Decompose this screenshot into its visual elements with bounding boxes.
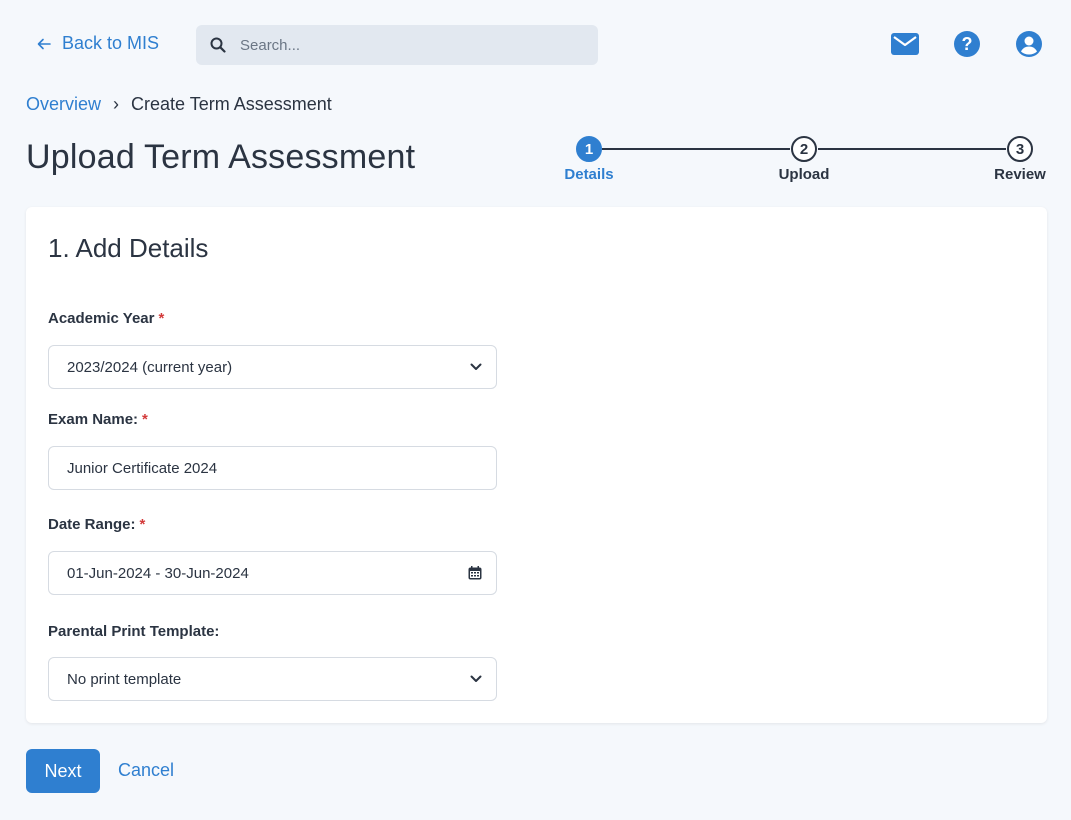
step-label-details: Details bbox=[564, 166, 614, 183]
svg-text:?: ? bbox=[962, 34, 973, 54]
form-title: 1. Add Details bbox=[48, 233, 209, 263]
exam-name-input[interactable]: Junior Certificate 2024 bbox=[48, 446, 497, 490]
help-icon[interactable]: ? bbox=[953, 30, 981, 58]
progress-stepper: 1 Details 2 Upload 3 Review bbox=[560, 136, 1060, 186]
next-button[interactable]: Next bbox=[26, 749, 100, 793]
search-icon bbox=[210, 37, 226, 53]
mail-icon[interactable] bbox=[891, 32, 919, 56]
step-label-upload: Upload bbox=[778, 166, 830, 183]
required-marker: * bbox=[139, 516, 146, 533]
details-form-card: 1. Add Details Academic Year * 2023/2024 … bbox=[26, 207, 1047, 723]
step-connector-2 bbox=[818, 148, 1006, 150]
arrow-left-icon bbox=[37, 38, 51, 49]
date-range-value: 01-Jun-2024 - 30-Jun-2024 bbox=[67, 564, 249, 582]
page-title: Upload Term Assessment bbox=[26, 138, 416, 176]
step-number-3: 3 bbox=[1007, 136, 1033, 162]
search-input[interactable] bbox=[240, 36, 580, 54]
exam-name-value: Junior Certificate 2024 bbox=[67, 459, 218, 477]
print-template-label: Parental Print Template: bbox=[48, 623, 220, 640]
exam-name-label: Exam Name: * bbox=[48, 411, 148, 428]
breadcrumb-overview[interactable]: Overview bbox=[26, 94, 101, 115]
date-range-input[interactable]: 01-Jun-2024 - 30-Jun-2024 bbox=[48, 551, 497, 595]
chevron-down-icon bbox=[470, 675, 482, 682]
print-template-value: No print template bbox=[67, 670, 182, 688]
breadcrumb: Overview › Create Term Assessment bbox=[26, 94, 332, 115]
academic-year-label: Academic Year * bbox=[48, 310, 165, 327]
chevron-down-icon bbox=[470, 363, 482, 370]
date-range-label: Date Range: * bbox=[48, 516, 146, 533]
step-details[interactable]: 1 Details bbox=[559, 136, 619, 183]
step-review[interactable]: 3 Review bbox=[990, 136, 1050, 183]
print-template-select[interactable]: No print template bbox=[48, 657, 497, 701]
step-number-2: 2 bbox=[791, 136, 817, 162]
user-icon[interactable] bbox=[1015, 30, 1043, 58]
breadcrumb-separator: › bbox=[113, 94, 120, 114]
step-number-1: 1 bbox=[576, 136, 602, 162]
step-label-review: Review bbox=[994, 166, 1046, 183]
top-bar: Back to MIS ? bbox=[0, 25, 1071, 65]
required-marker: * bbox=[142, 411, 148, 428]
academic-year-select[interactable]: 2023/2024 (current year) bbox=[48, 345, 497, 389]
header-icons: ? bbox=[891, 30, 1043, 58]
breadcrumb-current: Create Term Assessment bbox=[131, 94, 332, 114]
search-bar[interactable] bbox=[196, 25, 598, 65]
academic-year-value: 2023/2024 (current year) bbox=[67, 358, 233, 376]
back-to-mis-label: Back to MIS bbox=[62, 33, 160, 53]
cancel-link[interactable]: Cancel bbox=[118, 760, 174, 781]
back-to-mis-link[interactable]: Back to MIS bbox=[36, 33, 159, 54]
step-connector-1 bbox=[602, 148, 790, 150]
calendar-icon[interactable] bbox=[468, 566, 482, 580]
step-upload[interactable]: 2 Upload bbox=[774, 136, 834, 183]
required-marker: * bbox=[158, 310, 165, 327]
